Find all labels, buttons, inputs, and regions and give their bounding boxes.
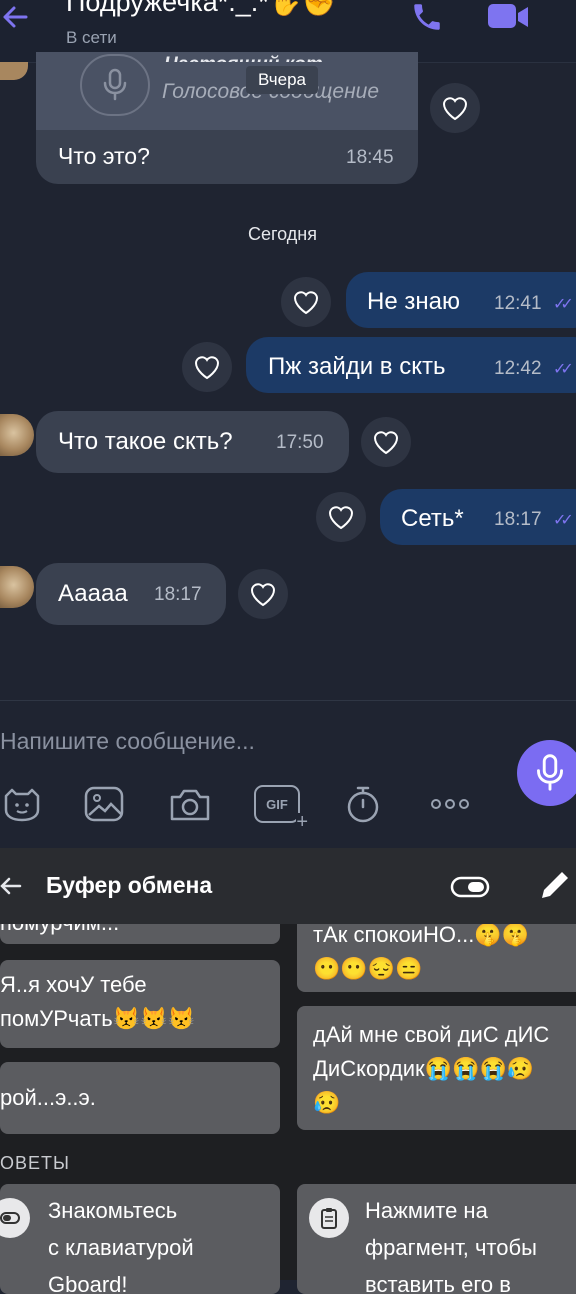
message-input[interactable]: Напишите сообщение... [0, 728, 255, 755]
clipboard-item[interactable]: рой...э..э. [0, 1062, 280, 1134]
clipboard-item[interactable]: помурчим... [0, 924, 280, 944]
like-button[interactable] [281, 277, 331, 327]
sticker-icon[interactable] [0, 784, 44, 824]
video-call-icon[interactable] [486, 0, 532, 39]
message-text: Не знаю [367, 288, 460, 315]
online-status: В сети [66, 28, 117, 47]
date-badge-yesterday: Вчера [246, 66, 318, 94]
microphone-icon[interactable] [80, 54, 150, 116]
tip-card[interactable]: Знакомьтесь с клавиатурой Gboard! [0, 1184, 280, 1294]
like-button[interactable] [238, 569, 288, 619]
message-time: 18:17 [494, 509, 542, 530]
message-text: Что такое скть? [58, 428, 233, 455]
clipboard-toggle-icon[interactable] [450, 876, 490, 903]
edit-pencil-icon[interactable] [538, 868, 572, 907]
more-icon[interactable] [428, 784, 472, 824]
keyboard-toggle-icon [0, 1198, 30, 1238]
message-text: Пж зайди в скть [268, 353, 446, 380]
message-text: Сеть* [401, 505, 464, 532]
clipboard-item[interactable]: тАк спокоиНО...🤫🤫 😶😶😔😑 [297, 924, 576, 992]
back-arrow-icon[interactable] [0, 872, 22, 905]
message-time: 18:45 [346, 147, 394, 168]
timer-icon[interactable] [341, 784, 385, 824]
message-time: 12:41 [494, 293, 542, 314]
avatar[interactable] [0, 566, 34, 608]
back-arrow-icon[interactable] [0, 2, 30, 40]
chat-title[interactable]: Подружечка*._.*✋✊ [66, 0, 336, 18]
avatar [0, 62, 28, 80]
message-time: 12:42 [494, 358, 542, 379]
clipboard-item[interactable]: Я..я хочУ тебе помУРчать😾😾😾 [0, 960, 280, 1048]
read-ticks-icon: ✓✓ [553, 361, 574, 378]
message-composer [0, 700, 576, 849]
message-time: 18:17 [154, 584, 202, 605]
camera-icon[interactable] [168, 784, 212, 824]
like-button[interactable] [316, 492, 366, 542]
like-button[interactable] [430, 83, 480, 133]
like-button[interactable] [182, 342, 232, 392]
voice-record-button[interactable] [517, 740, 576, 806]
partial-text: Настоящий кот [164, 48, 323, 62]
clipboard-title: Буфер обмена [46, 872, 213, 898]
message-text: Ааааа [58, 580, 128, 607]
gif-icon[interactable]: GIF + [252, 784, 308, 832]
phone-call-icon[interactable] [410, 0, 444, 39]
clipboard-icon [309, 1198, 349, 1238]
date-separator-today: Сегодня [248, 224, 317, 244]
like-button[interactable] [361, 417, 411, 467]
read-ticks-icon: ✓✓ [553, 512, 574, 529]
avatar[interactable] [0, 414, 34, 456]
gallery-icon[interactable] [82, 784, 126, 824]
message-text: Что это? [58, 143, 150, 169]
clipboard-item[interactable]: дАй мне свой диС дИС ДиСкордик😭😭😭😥 😥 [297, 1006, 576, 1130]
read-ticks-icon: ✓✓ [553, 296, 574, 313]
message-time: 17:50 [276, 432, 324, 453]
tip-card[interactable]: Нажмите на фрагмент, чтобы вставить его … [297, 1184, 576, 1294]
tips-section-label: ОВЕТЫ [0, 1153, 70, 1173]
gif-label: GIF [266, 796, 288, 812]
